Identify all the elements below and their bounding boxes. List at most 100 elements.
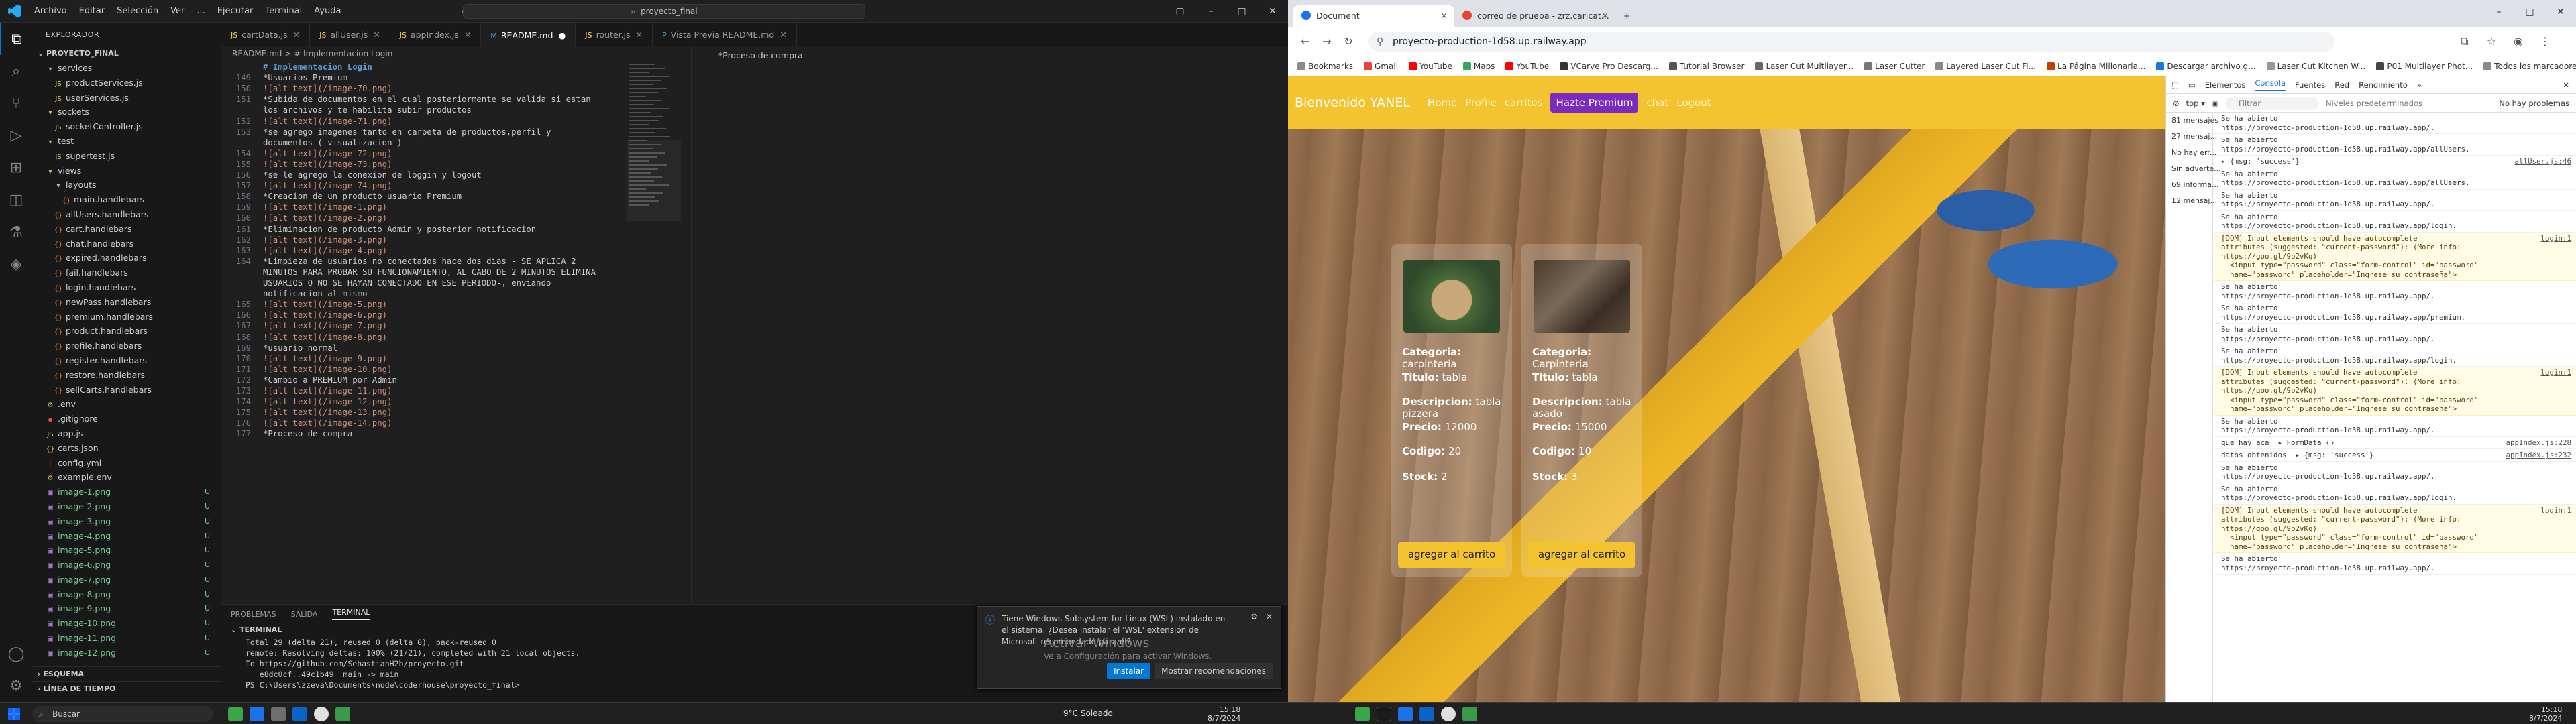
breadcrumb[interactable]: README.md > # Implementacion Login	[221, 46, 691, 61]
outlook-taskbar-icon-2[interactable]	[1419, 707, 1434, 721]
nav-logout[interactable]: Logout	[1676, 97, 1711, 109]
remote-icon[interactable]: ◫	[0, 184, 32, 216]
explorer-taskbar-icon[interactable]	[271, 707, 286, 721]
log-levels-select[interactable]: Niveles predeterminados	[2326, 99, 2422, 108]
tree-folder[interactable]: ▾ sockets	[32, 105, 221, 119]
code-line[interactable]: notificacion al mismo	[263, 289, 367, 298]
close-icon[interactable]: ✕	[293, 29, 300, 40]
tree-file[interactable]: ▣ image-11.png U	[32, 631, 221, 646]
premium-button[interactable]: Hazte Premium	[1550, 93, 1639, 113]
console-output[interactable]: Se ha abierto https://proyecto-productio…	[2214, 113, 2576, 702]
code-line[interactable]: *se agrego imagenes tanto en carpeta de …	[263, 127, 551, 137]
tree-file[interactable]: ▣ image-7.png U	[32, 572, 221, 587]
close-icon[interactable]: ✕	[464, 29, 471, 40]
bookmark-item[interactable]: Gmail	[1364, 62, 1398, 71]
tree-folder[interactable]: ▾ test	[32, 134, 221, 149]
console-message[interactable]: Se ha abierto https://proyecto-productio…	[2214, 211, 2576, 233]
command-center-search[interactable]: ⌕ proyecto_final	[463, 4, 865, 19]
code-line[interactable]: ![alt text](/image-4.png)	[263, 246, 387, 255]
console-message[interactable]: Se ha abierto https://proyecto-productio…	[2214, 190, 2576, 211]
code-line[interactable]: ![alt text](/image-13.png)	[263, 408, 392, 417]
tree-file[interactable]: {} login.handlebars	[32, 280, 221, 295]
close-icon[interactable]: ✕	[2563, 80, 2569, 90]
clock-right[interactable]: 15:18 8/7/2024	[2529, 705, 2562, 723]
code-line[interactable]: los archivos y te habilita subir product…	[263, 105, 472, 115]
bookmark-item[interactable]: Laser Cut Multilayer...	[1755, 62, 1854, 71]
console-message[interactable]: Se ha abierto https://proyecto-productio…	[2214, 553, 2576, 575]
tree-file[interactable]: {} register.handlebars	[32, 353, 221, 368]
close-icon[interactable]: ✕	[780, 29, 786, 40]
markdown-preview[interactable]: *Proceso de compra	[691, 46, 1288, 604]
bookmark-item[interactable]: Laser Cutter	[1864, 62, 1925, 71]
clear-console-icon[interactable]: ⊘	[2173, 99, 2180, 108]
add-to-cart-button[interactable]: agregar al carrito	[1528, 542, 1635, 568]
code-line[interactable]: ![alt text](/image-8.png)	[263, 333, 387, 342]
tree-file[interactable]: JS supertest.js	[32, 149, 221, 164]
context-select[interactable]: top ▾	[2186, 99, 2205, 108]
tree-file[interactable]: {} newPass.handlebars	[32, 295, 221, 310]
tree-file[interactable]: ▣ image-6.png U	[32, 558, 221, 572]
bookmark-item[interactable]: La Página Millonaria...	[2047, 62, 2145, 71]
console-source-link[interactable]: login:1	[2540, 368, 2571, 377]
bookmark-item[interactable]: Descargar archivo g...	[2156, 62, 2256, 71]
bookmark-item[interactable]: YouTube	[1505, 62, 1549, 71]
console-source-link[interactable]: login:1	[2540, 506, 2571, 516]
code-line[interactable]: # Implementacion Login	[263, 62, 372, 72]
bookmark-item[interactable]: P01 Multilayer Phot...	[2376, 62, 2473, 71]
search-icon[interactable]: ⌕	[0, 55, 32, 87]
vscode-taskbar-icon[interactable]	[250, 707, 264, 721]
clock-left[interactable]: 15:18 8/7/2024	[1208, 705, 1240, 723]
bookmark-item[interactable]: Todos los marcadores	[2483, 62, 2576, 71]
tab-output[interactable]: SALIDA	[291, 610, 318, 619]
code-line[interactable]: ![alt text](/image-71.png)	[263, 117, 392, 126]
close-icon[interactable]: ✕	[373, 29, 380, 40]
tree-file[interactable]: ▣ image-8.png U	[32, 587, 221, 602]
console-message[interactable]: Se ha abierto https://proyecto-productio…	[2214, 483, 2576, 505]
console-warning[interactable]: [DOM] Input elements should have autocom…	[2214, 367, 2576, 416]
tab-network[interactable]: Red	[2334, 80, 2349, 90]
tree-file[interactable]: {} chat.handlebars	[32, 237, 221, 251]
tree-file[interactable]: ▣ image-4.png U	[32, 529, 221, 544]
code-line[interactable]: *Limpieza de usuarios no conectados hace…	[263, 257, 576, 266]
app-icon-1[interactable]	[228, 707, 243, 721]
code-line[interactable]: ![alt text](/image-9.png)	[263, 354, 387, 363]
code-line[interactable]: MINUTOS PARA PROBAR SU FUNCIONAMIENTO, A…	[263, 267, 596, 277]
menu-ver[interactable]: Ver	[164, 6, 191, 16]
more-tabs-icon[interactable]: »	[2417, 80, 2422, 90]
console-message[interactable]: Se ha abierto https://proyecto-productio…	[2214, 134, 2576, 156]
code-line[interactable]: ![alt text](/image-2.png)	[263, 213, 387, 223]
console-source-link[interactable]: allUser.js:46	[2514, 157, 2571, 166]
tree-file[interactable]: ⚙ .env	[32, 397, 221, 412]
nav-profile[interactable]: Profile	[1465, 97, 1497, 109]
run-debug-icon[interactable]: ▷	[0, 119, 32, 152]
tree-file[interactable]: {} profile.handlebars	[32, 339, 221, 353]
console-message[interactable]: Se ha abierto https://proyecto-productio…	[2214, 302, 2576, 324]
bookmark-item[interactable]: VCarve Pro Descarg...	[1560, 62, 1658, 71]
tree-file[interactable]: ◆ .gitignore	[32, 412, 221, 426]
close-icon[interactable]: ✕	[1266, 612, 1273, 621]
explorer-icon[interactable]: ⧉	[0, 23, 32, 55]
vscode-taskbar-icon-2[interactable]	[1398, 707, 1413, 721]
menu-icon[interactable]: ⋮	[2534, 35, 2556, 48]
app-icon-4[interactable]	[1462, 707, 1477, 721]
console-message[interactable]: Se ha abierto https://proyecto-productio…	[2214, 345, 2576, 367]
tab-problems[interactable]: PROBLEMAS	[231, 610, 276, 619]
close-icon[interactable]: ✕	[1602, 5, 1609, 27]
console-message[interactable]: Se ha abierto https://proyecto-productio…	[2214, 462, 2576, 483]
reload-icon[interactable]: ↻	[1338, 35, 1359, 48]
nav-chat[interactable]: chat	[1646, 97, 1668, 109]
console-filter-group[interactable]: 27 mensaj...	[2166, 129, 2217, 145]
tab-performance[interactable]: Rendimiento	[2359, 80, 2408, 90]
tab-console[interactable]: Consola	[2255, 78, 2286, 91]
weather-widget[interactable]: 9°C Soleado	[1063, 709, 1113, 718]
code-line[interactable]: *Proceso de compra	[263, 429, 352, 438]
console-filter-group[interactable]: Sin adverte...	[2166, 161, 2221, 177]
code-line[interactable]: ![alt text](/image-1.png)	[263, 202, 387, 212]
outline-section[interactable]: › ESQUEMA	[32, 666, 221, 681]
tree-file[interactable]: JS socketController.js	[32, 119, 221, 134]
app-icon-2[interactable]	[335, 707, 350, 721]
close-icon[interactable]: ✕	[1257, 6, 1288, 17]
console-filter-group[interactable]: 69 informa...	[2166, 177, 2218, 193]
console-source-link[interactable]: appIndex.js:232	[2506, 450, 2571, 460]
tree-file[interactable]: {} restore.handlebars	[32, 368, 221, 383]
